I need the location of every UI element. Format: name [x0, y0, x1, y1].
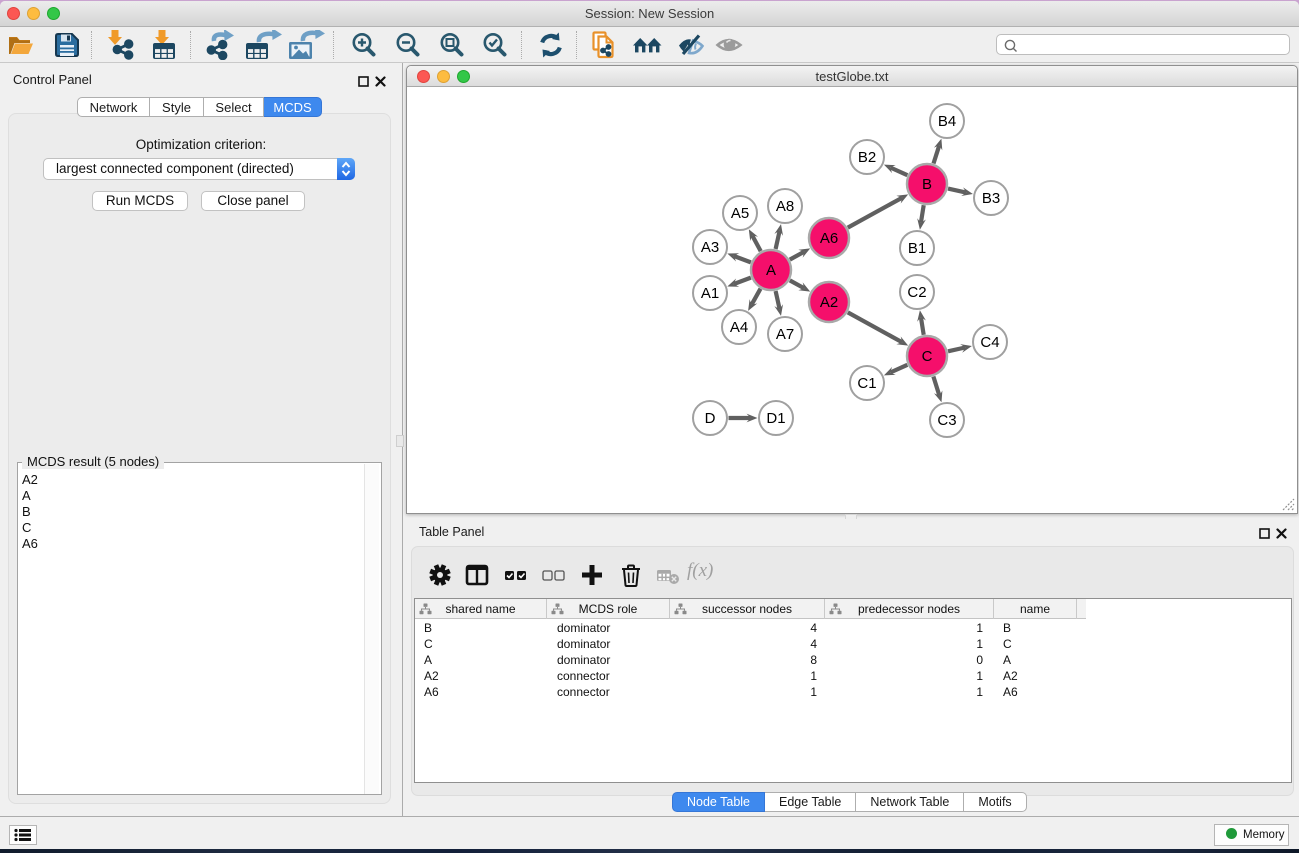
- svg-text:B: B: [922, 176, 932, 193]
- svg-text:B2: B2: [858, 149, 876, 166]
- svg-text:B3: B3: [982, 190, 1000, 207]
- svg-text:A7: A7: [776, 326, 794, 343]
- svg-text:A: A: [766, 262, 776, 279]
- svg-text:A2: A2: [820, 294, 838, 311]
- svg-text:C3: C3: [937, 412, 956, 429]
- svg-text:A8: A8: [776, 198, 794, 215]
- svg-text:C1: C1: [857, 375, 876, 392]
- svg-text:D1: D1: [766, 410, 785, 427]
- svg-text:D: D: [705, 410, 716, 427]
- svg-text:B1: B1: [908, 240, 926, 257]
- svg-text:B4: B4: [938, 113, 956, 130]
- svg-text:A5: A5: [731, 205, 749, 222]
- svg-text:A1: A1: [701, 285, 719, 302]
- svg-text:A6: A6: [820, 230, 838, 247]
- svg-text:C: C: [922, 348, 933, 365]
- svg-text:C2: C2: [907, 284, 926, 301]
- svg-text:A3: A3: [701, 239, 719, 256]
- svg-text:C4: C4: [980, 334, 999, 351]
- svg-text:A4: A4: [730, 319, 748, 336]
